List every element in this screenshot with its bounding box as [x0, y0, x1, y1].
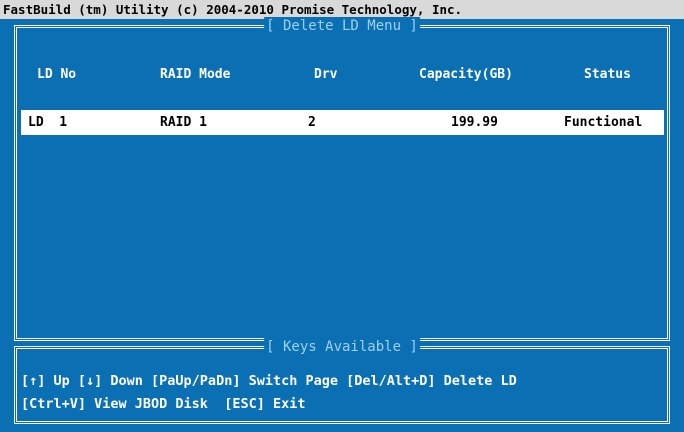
- keys-available-title: [ Keys Available ]: [264, 338, 420, 356]
- column-header-status: Status: [584, 67, 631, 82]
- cell-drv: 2: [308, 115, 316, 130]
- cell-capacity: 199.99: [451, 115, 498, 130]
- cell-raid-mode: RAID 1: [160, 115, 207, 130]
- keys-help-line-1: [↑] Up [↓] Down [PaUp/PaDn] Switch Page …: [21, 373, 517, 389]
- column-header-drv: Drv: [314, 67, 338, 82]
- cell-status: Functional: [564, 115, 643, 130]
- column-header-capacity: Capacity(GB): [419, 67, 513, 82]
- delete-ld-menu-panel: [ Delete LD Menu ]: [14, 17, 670, 341]
- column-header-ld-no: LD No: [37, 67, 77, 82]
- column-header-raid-mode: RAID Mode: [160, 67, 231, 82]
- cell-ld-no: LD 1: [28, 115, 68, 130]
- table-row-ld-1[interactable]: LD 1 RAID 1 2 199.99 Functional: [21, 110, 664, 135]
- delete-ld-menu-title: [ Delete LD Menu ]: [264, 17, 420, 35]
- keys-help-line-2: [Ctrl+V] View JBOD Disk [ESC] Exit: [21, 396, 306, 412]
